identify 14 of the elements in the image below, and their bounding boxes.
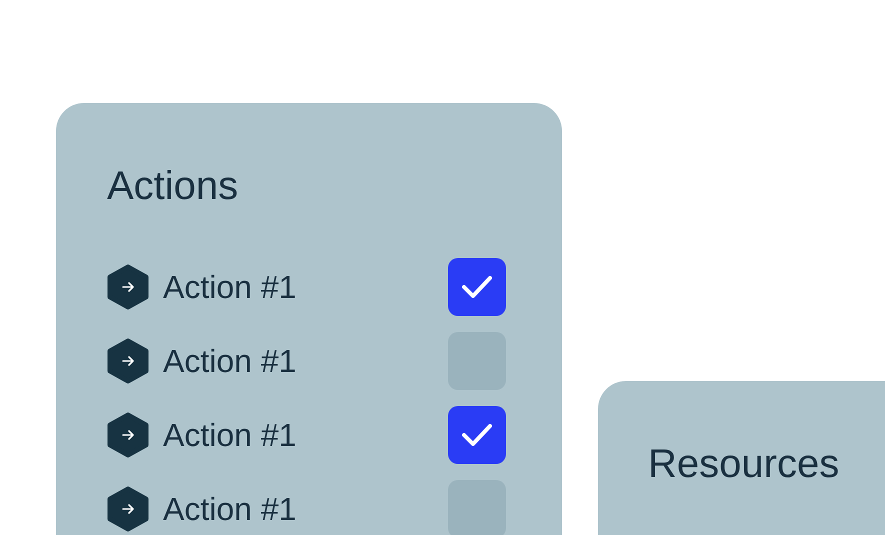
action-label: Action #1 [163, 490, 296, 529]
checkbox[interactable] [448, 258, 506, 316]
action-label: Action #1 [163, 416, 296, 455]
hexagon-arrow-icon [107, 486, 149, 532]
hexagon-arrow-icon [107, 264, 149, 310]
hexagon-arrow-icon [107, 412, 149, 458]
card-title: Actions [107, 163, 238, 209]
card-title: Resources [648, 441, 840, 487]
checkbox[interactable] [448, 406, 506, 464]
check-icon [461, 275, 493, 299]
hexagon-arrow-icon [107, 338, 149, 384]
action-label: Action #1 [163, 342, 296, 381]
check-icon [461, 423, 493, 447]
action-label: Action #1 [163, 268, 296, 307]
